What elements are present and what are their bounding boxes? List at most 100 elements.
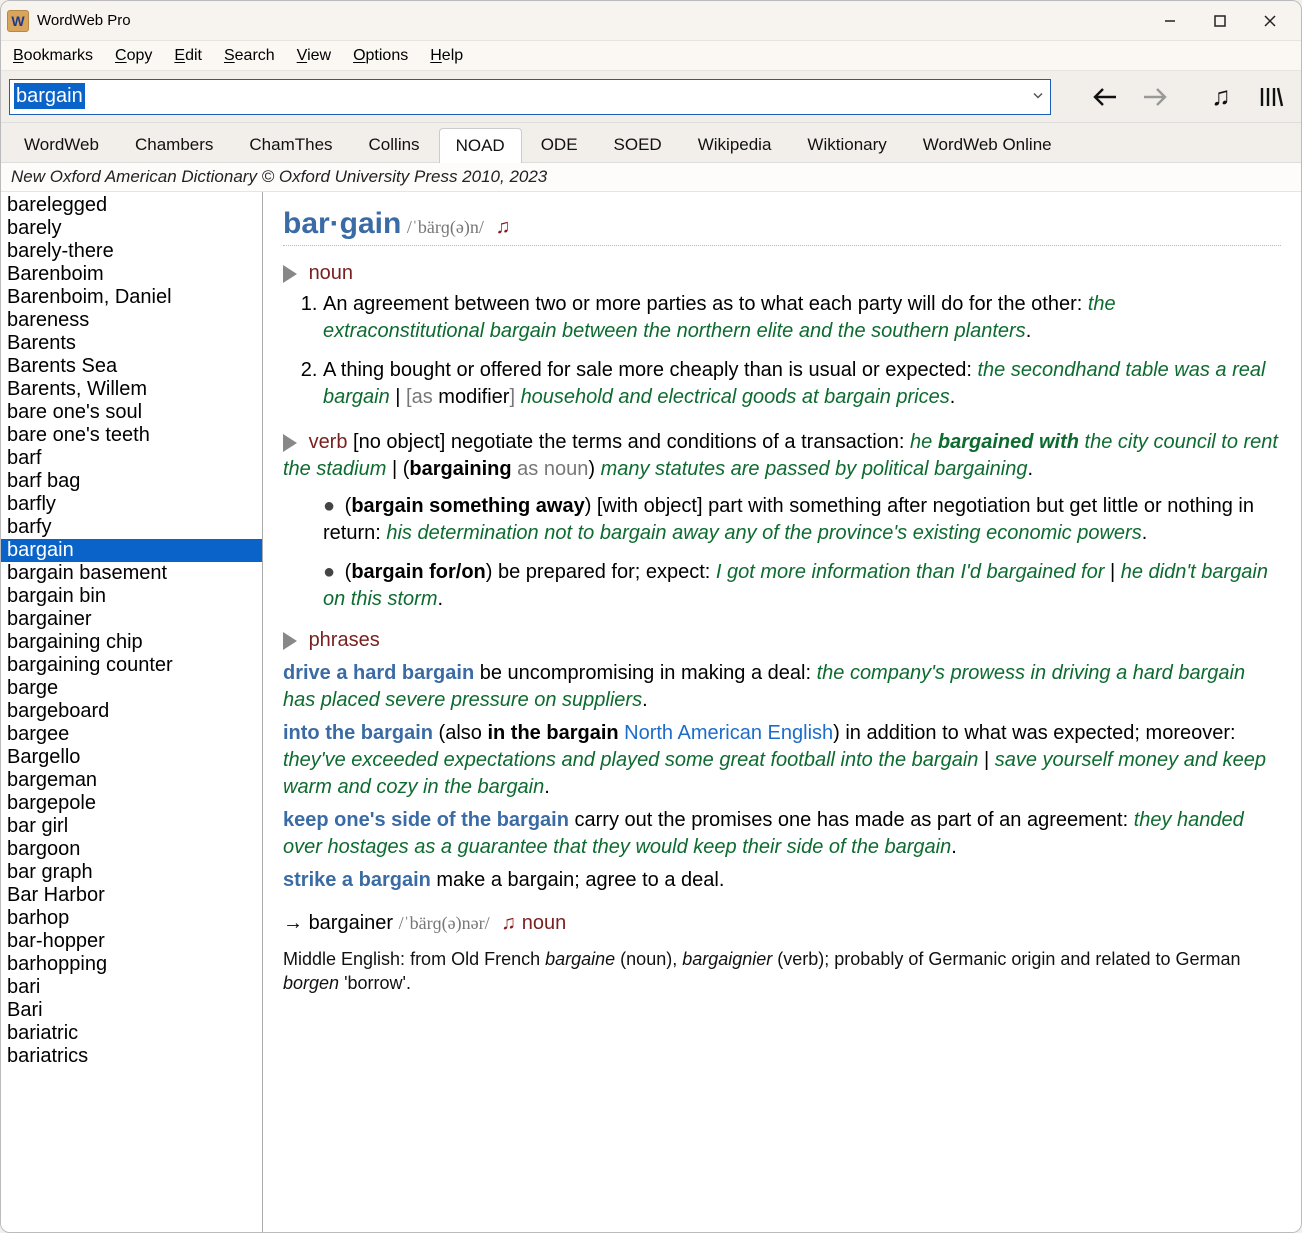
- list-item[interactable]: bar-hopper: [1, 930, 262, 953]
- expand-icon[interactable]: [283, 632, 297, 650]
- list-item[interactable]: barf bag: [1, 470, 262, 493]
- app-title: WordWeb Pro: [37, 12, 131, 29]
- subsense-away: ● (bargain something away) [with object]…: [323, 493, 1281, 547]
- list-item[interactable]: barge: [1, 677, 262, 700]
- phrase-drive: drive a hard bargain be uncompromising i…: [283, 660, 1281, 714]
- search-combobox[interactable]: bargain: [9, 79, 1051, 115]
- phrase-into: into the bargain (also in the bargain No…: [283, 720, 1281, 801]
- list-item[interactable]: bare one's teeth: [1, 424, 262, 447]
- list-item[interactable]: bargepole: [1, 792, 262, 815]
- menu-help[interactable]: Help: [430, 47, 463, 65]
- verb-section: verb [no object] negotiate the terms and…: [283, 429, 1281, 613]
- phrases-section: phrases: [283, 627, 1281, 654]
- subsense-for-on: ● (bargain for/on) be prepared for; expe…: [323, 559, 1281, 613]
- tab-wiktionary[interactable]: Wiktionary: [790, 127, 903, 162]
- list-item[interactable]: Barents Sea: [1, 355, 262, 378]
- divider: [283, 245, 1281, 246]
- list-item[interactable]: bari: [1, 976, 262, 999]
- noun-section: noun An agreement between two or more pa…: [283, 260, 1281, 411]
- tab-noad[interactable]: NOAD: [439, 128, 522, 163]
- menu-bookmarks[interactable]: Bookmarks: [13, 47, 93, 65]
- audio-icon[interactable]: ♫: [495, 216, 510, 238]
- list-item[interactable]: bargaining counter: [1, 654, 262, 677]
- list-item[interactable]: bareness: [1, 309, 262, 332]
- noun-def-2: A thing bought or offered for sale more …: [323, 357, 1281, 411]
- expand-icon[interactable]: [283, 434, 297, 452]
- list-item[interactable]: Bari: [1, 999, 262, 1022]
- list-item[interactable]: bariatrics: [1, 1045, 262, 1068]
- search-selection: bargain: [14, 83, 85, 109]
- list-item[interactable]: bargeman: [1, 769, 262, 792]
- list-item[interactable]: barely: [1, 217, 262, 240]
- list-item[interactable]: barely-there: [1, 240, 262, 263]
- dictionary-tabs: WordWebChambersChamThesCollinsNOADODESOE…: [1, 123, 1301, 163]
- tab-wikipedia[interactable]: Wikipedia: [681, 127, 789, 162]
- list-item[interactable]: bargain basement: [1, 562, 262, 585]
- toolbar: bargain ♫: [1, 71, 1301, 123]
- derivative: → bargainer /ˈbärɡ(ə)nər/ ♫ noun: [283, 910, 1281, 937]
- tab-wordweb[interactable]: WordWeb: [7, 127, 116, 162]
- list-item[interactable]: bargain bin: [1, 585, 262, 608]
- menu-search[interactable]: Search: [224, 47, 275, 65]
- definition-pane[interactable]: bar·gain /ˈbärɡ(ə)n/ ♫ noun An agreement…: [263, 192, 1301, 1232]
- list-item[interactable]: Barents: [1, 332, 262, 355]
- noun-def-1: An agreement between two or more parties…: [323, 291, 1281, 345]
- menu-view[interactable]: View: [297, 47, 331, 65]
- titlebar: W WordWeb Pro: [1, 1, 1301, 41]
- tab-wordweb-online[interactable]: WordWeb Online: [906, 127, 1069, 162]
- audio-icon[interactable]: ♫: [501, 912, 516, 934]
- back-button[interactable]: [1083, 77, 1127, 117]
- audio-button[interactable]: ♫: [1199, 77, 1243, 117]
- forward-button[interactable]: [1133, 77, 1177, 117]
- close-button[interactable]: [1245, 2, 1295, 40]
- list-item[interactable]: bargee: [1, 723, 262, 746]
- phrase-keep: keep one's side of the bargain carry out…: [283, 807, 1281, 861]
- list-item[interactable]: bargoon: [1, 838, 262, 861]
- expand-icon[interactable]: [283, 265, 297, 283]
- tab-ode[interactable]: ODE: [524, 127, 595, 162]
- pos-noun: noun: [309, 262, 354, 284]
- window-controls: [1145, 2, 1295, 40]
- list-item[interactable]: bargeboard: [1, 700, 262, 723]
- list-item[interactable]: bar girl: [1, 815, 262, 838]
- phrase-strike: strike a bargain make a bargain; agree t…: [283, 867, 1281, 894]
- list-item[interactable]: barfly: [1, 493, 262, 516]
- list-item[interactable]: Barenboim, Daniel: [1, 286, 262, 309]
- library-button[interactable]: [1249, 77, 1293, 117]
- word-list[interactable]: bareleggedbarelybarely-thereBarenboimBar…: [1, 192, 263, 1232]
- list-item[interactable]: barelegged: [1, 194, 262, 217]
- list-item[interactable]: bar graph: [1, 861, 262, 884]
- list-item[interactable]: Bargello: [1, 746, 262, 769]
- list-item[interactable]: barf: [1, 447, 262, 470]
- pronunciation: /ˈbärɡ(ə)n/: [407, 217, 484, 237]
- noun-defs: An agreement between two or more parties…: [323, 291, 1281, 411]
- list-item[interactable]: Barents, Willem: [1, 378, 262, 401]
- entry-header: bar·gain /ˈbärɡ(ə)n/ ♫: [283, 210, 1281, 241]
- menubar: Bookmarks Copy Edit Search View Options …: [1, 41, 1301, 71]
- list-item[interactable]: barfy: [1, 516, 262, 539]
- pos-verb: verb: [309, 431, 348, 453]
- app-icon: W: [7, 10, 29, 32]
- list-item[interactable]: bargainer: [1, 608, 262, 631]
- tab-collins[interactable]: Collins: [352, 127, 437, 162]
- list-item[interactable]: bariatric: [1, 1022, 262, 1045]
- menu-copy[interactable]: Copy: [115, 47, 152, 65]
- menu-options[interactable]: Options: [353, 47, 408, 65]
- tab-soed[interactable]: SOED: [597, 127, 679, 162]
- maximize-button[interactable]: [1195, 2, 1245, 40]
- list-item[interactable]: bare one's soul: [1, 401, 262, 424]
- list-item[interactable]: bargaining chip: [1, 631, 262, 654]
- tab-chamthes[interactable]: ChamThes: [232, 127, 349, 162]
- etymology: Middle English: from Old French bargaine…: [283, 947, 1281, 995]
- list-item[interactable]: Bar Harbor: [1, 884, 262, 907]
- search-input[interactable]: [10, 80, 1050, 114]
- menu-edit[interactable]: Edit: [174, 47, 202, 65]
- list-item[interactable]: bargain: [1, 539, 262, 562]
- list-item[interactable]: barhopping: [1, 953, 262, 976]
- chevron-down-icon[interactable]: [1032, 88, 1044, 105]
- minimize-button[interactable]: [1145, 2, 1195, 40]
- list-item[interactable]: barhop: [1, 907, 262, 930]
- phrases-label: phrases: [309, 629, 380, 651]
- tab-chambers[interactable]: Chambers: [118, 127, 230, 162]
- list-item[interactable]: Barenboim: [1, 263, 262, 286]
